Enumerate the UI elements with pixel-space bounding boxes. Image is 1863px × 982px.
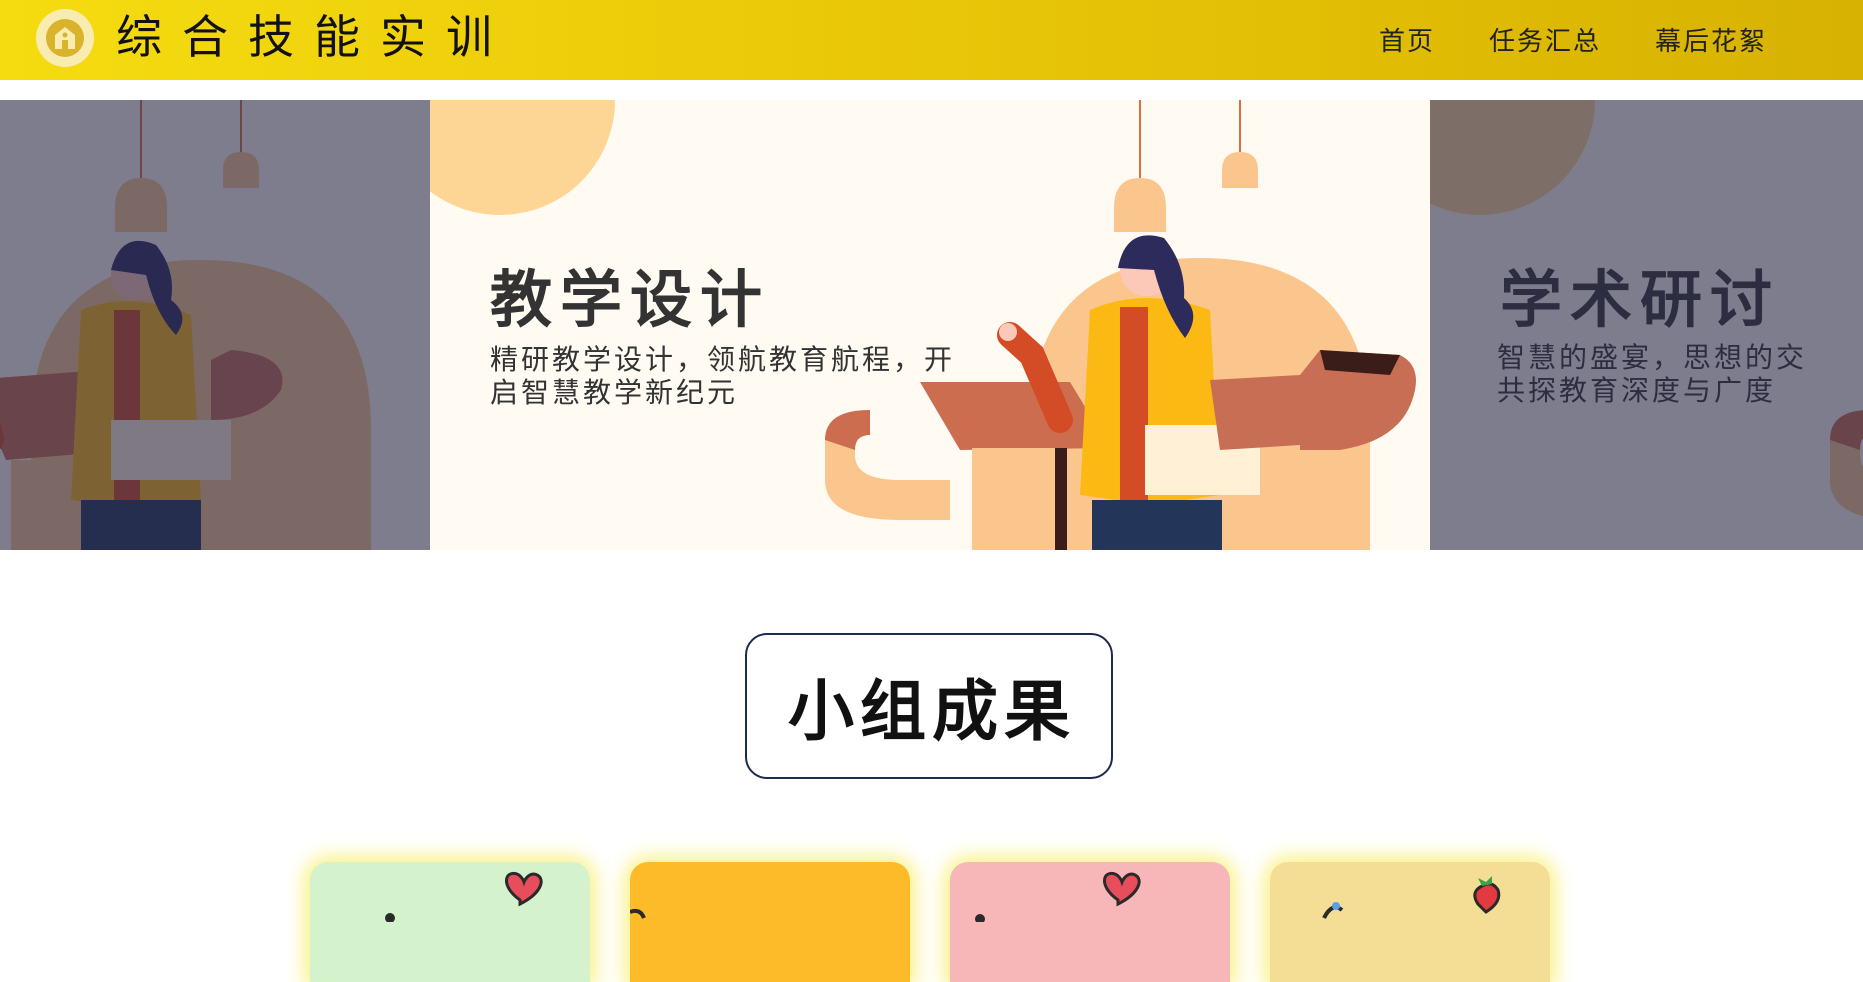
slide-description: 智慧的盛宴，思想的交 共探教育深度与广度 [1497,341,1808,407]
nav-home[interactable]: 首页 [1379,26,1435,58]
carousel-slide-active[interactable]: 教学设计 精研教学设计，领航教育航程，开启智慧教学新纪元 [430,100,1430,550]
carousel-slide-prev[interactable] [0,100,431,550]
heart-icon [975,871,1141,922]
teacher-at-podium-illustration [0,100,371,550]
school-building-icon [46,19,84,57]
group-card-1[interactable] [310,862,590,982]
carousel-slide-next[interactable]: 学术研讨 智慧的盛宴，思想的交 共探教育深度与广度 [1430,100,1863,550]
sticker-icon [630,908,646,919]
slide-title: 教学设计 [490,263,771,336]
main-nav: 首页 任务汇总 幕后花絮 [1379,26,1767,58]
slide-description: 精研教学设计，领航教育航程，开启智慧教学新纪元 [490,343,956,409]
logo[interactable] [36,9,94,67]
heart-icon [385,871,543,922]
top-header: 综合技能实训 首页 任务汇总 幕后花絮 [0,0,1863,80]
group-card-2[interactable] [630,862,910,982]
slide-title: 学术研讨 [1500,263,1781,336]
strawberry-icon [1322,876,1501,919]
nav-behind-the-scenes[interactable]: 幕后花絮 [1655,26,1767,58]
group-card-4[interactable] [1270,862,1550,982]
section-title-text: 小组成果 [788,672,1076,750]
site-title: 综合技能实训 [116,10,512,64]
section-heading: 小组成果 [745,633,1113,779]
nav-task-summary[interactable]: 任务汇总 [1489,26,1601,58]
banner-carousel[interactable]: 教学设计 精研教学设计，领航教育航程，开启智慧教学新纪元 学术研讨 智慧的盛宴，… [0,100,1863,550]
group-card-3[interactable] [950,862,1230,982]
